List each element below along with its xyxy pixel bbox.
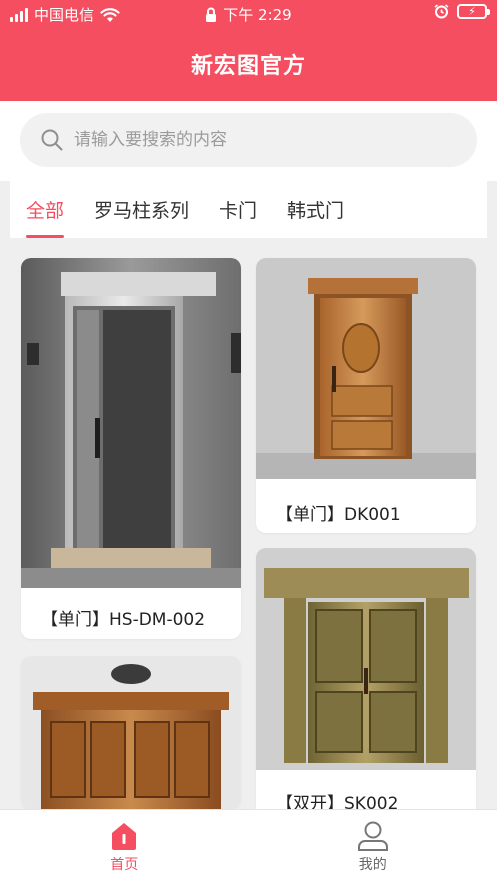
nav-profile-label: 我的 xyxy=(358,857,387,873)
nav-home-label: 首页 xyxy=(110,857,139,873)
alarm-icon xyxy=(434,4,449,19)
bronze-double-door-photo xyxy=(256,548,476,770)
product-card[interactable]: 【单门】HS-DM-002 xyxy=(21,258,241,639)
search-bar[interactable] xyxy=(20,113,477,167)
status-time: 下午 2:29 xyxy=(223,6,292,24)
product-title: 【单门】DK001 xyxy=(276,505,401,525)
category-tabs: 全部 罗马柱系列 卡门 韩式门 xyxy=(10,181,487,238)
search-area xyxy=(0,101,497,181)
tab-roman-column-series[interactable]: 罗马柱系列 xyxy=(94,181,189,238)
product-card[interactable]: 【双开】SK002 xyxy=(256,548,476,818)
product-card[interactable]: 【单门】DK001 xyxy=(256,258,476,533)
bottom-nav: 首页 我的 xyxy=(0,809,497,883)
nav-profile[interactable]: 我的 xyxy=(249,810,497,883)
status-bar: 中国电信 下午 2:29 ⚡ xyxy=(0,0,497,28)
page-title: 新宏图官方 xyxy=(190,54,306,79)
lock-icon xyxy=(206,7,217,22)
copper-four-panel-door-photo xyxy=(21,656,241,809)
grey-modern-door-photo xyxy=(21,258,241,588)
tab-all[interactable]: 全部 xyxy=(26,181,65,238)
search-input[interactable] xyxy=(74,130,454,150)
app-header: 中国电信 下午 2:29 ⚡ 新宏图官方 xyxy=(0,0,497,101)
product-card[interactable] xyxy=(21,656,241,809)
home-icon xyxy=(112,823,137,850)
battery-charging: ⚡ xyxy=(468,5,476,18)
tab-card-door[interactable]: 卡门 xyxy=(219,181,257,238)
search-icon xyxy=(41,129,63,151)
tab-korean-door[interactable]: 韩式门 xyxy=(287,181,344,238)
battery-icon: ⚡ xyxy=(457,4,490,19)
copper-single-door-photo xyxy=(256,258,476,479)
nav-home[interactable]: 首页 xyxy=(0,810,249,883)
user-icon xyxy=(357,821,388,851)
product-title: 【单门】HS-DM-002 xyxy=(41,610,206,630)
